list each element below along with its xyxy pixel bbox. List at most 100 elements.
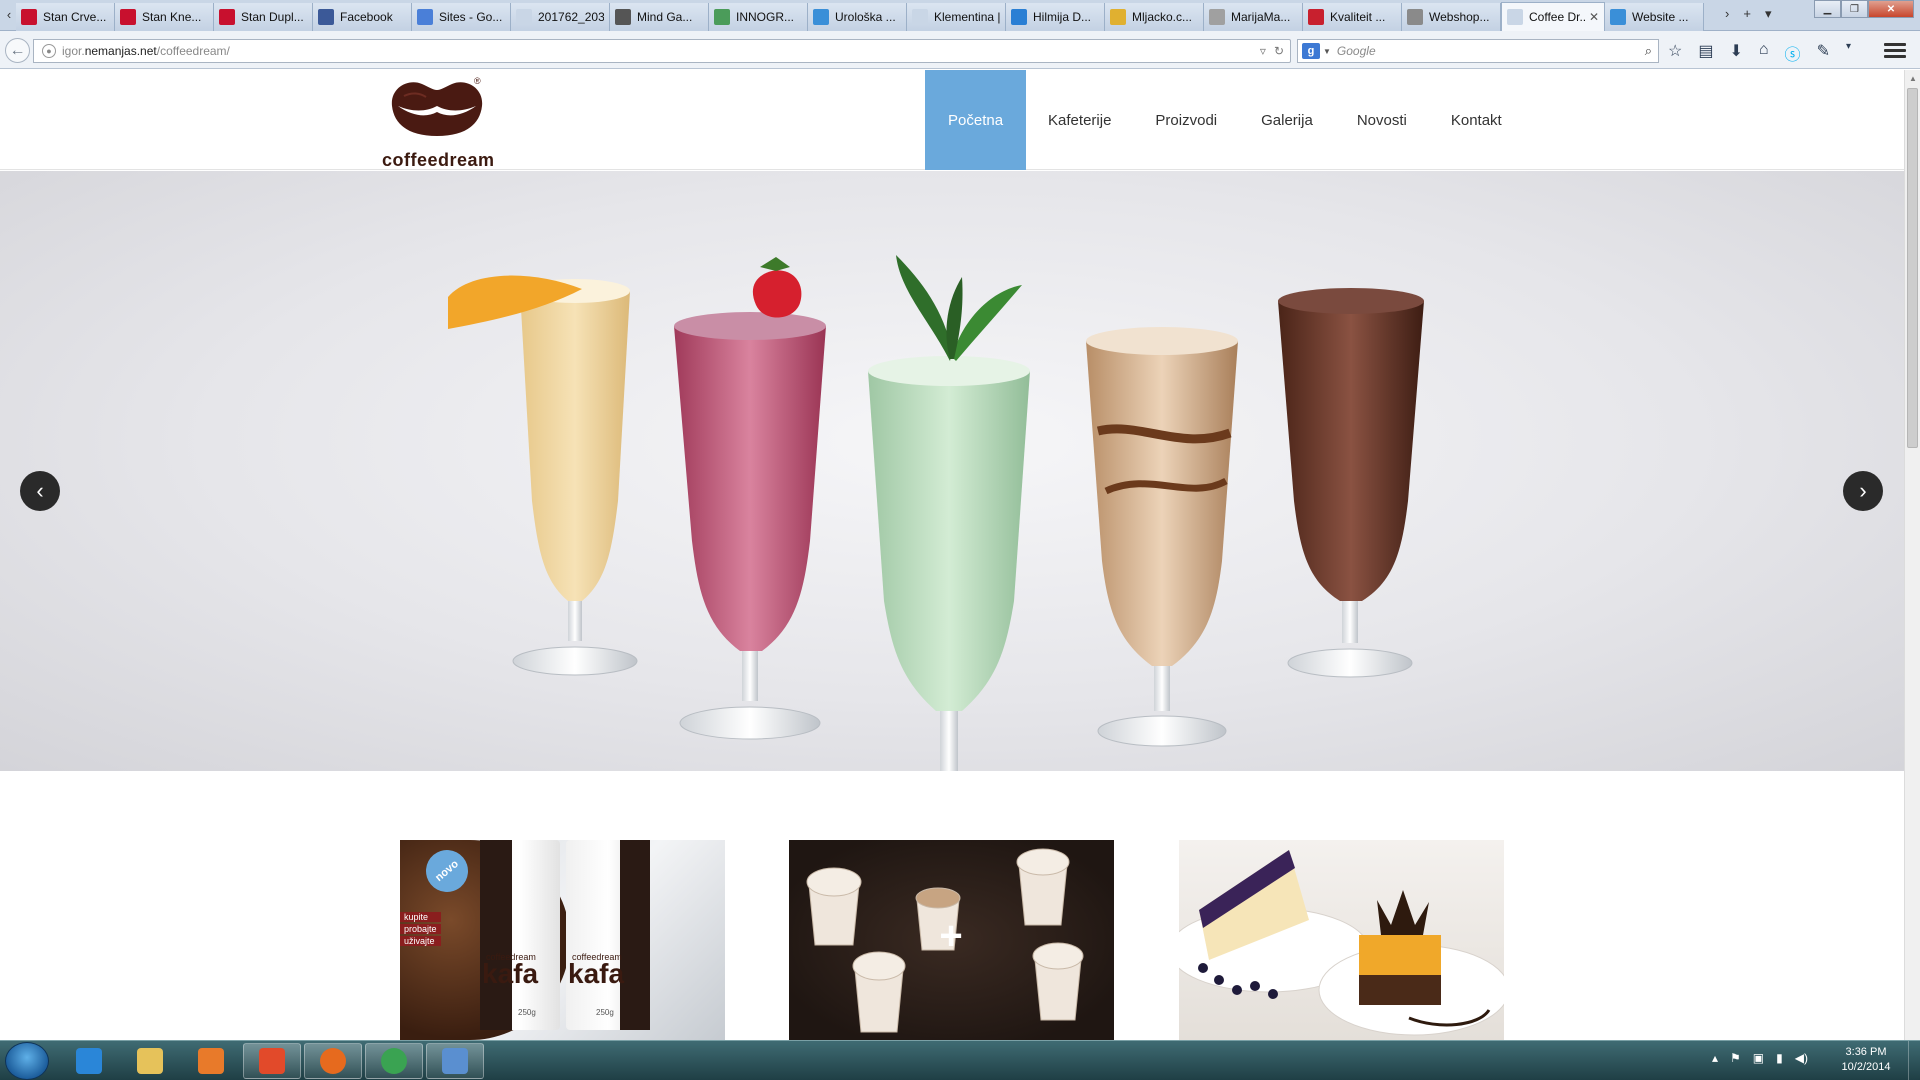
extension-icon[interactable]: ✎ [1817, 41, 1830, 65]
url-history-dropdown-icon[interactable]: ▿ [1260, 44, 1266, 58]
nav-item[interactable]: Galerija [1239, 70, 1335, 170]
bookmarks-menu-icon[interactable]: ▤ [1698, 41, 1713, 65]
maximize-icon[interactable]: ❐ [1841, 0, 1868, 18]
google-search-engine-icon[interactable]: g [1302, 43, 1320, 59]
browser-tab[interactable]: INNOGR... [709, 3, 808, 31]
tab-scroll-left-icon[interactable]: ‹ [2, 6, 16, 24]
coffee-product-thumbnail[interactable]: novo kupite probajte uživajte coffeedrea… [400, 840, 725, 1040]
skype-icon[interactable]: ⓢ [1785, 41, 1801, 65]
action-center-flag-icon[interactable]: ⚑ [1730, 1051, 1741, 1065]
browser-tab[interactable]: Coffee Dr... ✕ [1501, 2, 1605, 31]
browser-tab[interactable]: Kvaliteit ... [1303, 3, 1402, 31]
reload-icon[interactable]: ↻ [1274, 44, 1284, 58]
site-identity-icon[interactable]: ● [42, 44, 56, 58]
clock-date: 10/2/2014 [1841, 1061, 1891, 1073]
browser-tab[interactable]: 201762_20344... [511, 3, 610, 31]
tab-title: Sites - Go... [439, 10, 503, 24]
google-sites-icon [417, 9, 433, 25]
hamburger-menu-icon[interactable] [1884, 40, 1906, 60]
network-icon[interactable]: ▮ [1776, 1051, 1783, 1065]
browser-tab[interactable]: Hilmija D... [1006, 3, 1105, 31]
taskbar-app[interactable] [60, 1043, 118, 1079]
browser-tab[interactable]: MarijaMa... [1204, 3, 1303, 31]
taskbar-app[interactable] [304, 1043, 362, 1079]
git-icon [259, 1048, 285, 1074]
tab-title: Mljacko.c... [1132, 10, 1193, 24]
scroll-up-icon[interactable]: ▲ [1908, 74, 1918, 84]
taskbar-app[interactable] [426, 1043, 484, 1079]
chrome-icon [381, 1048, 407, 1074]
volume-icon[interactable]: ◀) [1795, 1051, 1808, 1065]
close-window-icon[interactable]: ✕ [1868, 0, 1914, 18]
nav-item[interactable]: Kafeterije [1026, 70, 1133, 170]
link-icon [615, 9, 631, 25]
url-path: /coffeedream/ [156, 44, 230, 58]
nav-item[interactable]: Početna [925, 70, 1027, 170]
tab-title: Hilmija D... [1033, 10, 1092, 24]
browser-tab[interactable]: Klementina | ... [907, 3, 1006, 31]
taskbar-app[interactable] [182, 1043, 240, 1079]
browser-tab[interactable]: Urološka ... [808, 3, 907, 31]
nav-item[interactable]: Kontakt [1429, 70, 1524, 170]
home-icon[interactable]: ⌂ [1759, 41, 1769, 65]
back-button[interactable]: ← [5, 38, 30, 63]
minimize-icon[interactable]: ▁ [1814, 0, 1841, 18]
browser-tab[interactable]: Webshop... [1402, 3, 1501, 31]
nav-item[interactable]: Proizvodi [1133, 70, 1239, 170]
tab-title: INNOGR... [736, 10, 795, 24]
search-icon[interactable]: ⌕ [1645, 43, 1652, 59]
url-text[interactable]: igor.nemanjas.net/coffeedream/ [62, 44, 1260, 58]
cheesecake-dessert-image [1179, 850, 1504, 1036]
taskbar-app[interactable] [121, 1043, 179, 1079]
browser-nav-bar: ← ● igor.nemanjas.net/coffeedream/ ▿ ↻ g… [0, 31, 1920, 69]
nav-item[interactable]: Novosti [1335, 70, 1429, 170]
gallery-plus-icon[interactable]: + [931, 916, 971, 956]
registered-mark: ® [474, 76, 481, 86]
tray-expand-icon[interactable]: ▴ [1712, 1051, 1718, 1065]
browser-tab[interactable]: Mljacko.c... [1105, 3, 1204, 31]
start-button[interactable] [5, 1042, 49, 1080]
extension-dropdown-icon[interactable]: ▾ [1846, 41, 1851, 65]
logo-wordmark: coffeedream [382, 150, 495, 170]
tab-close-icon[interactable]: ✕ [1589, 10, 1599, 24]
url-domain: nemanjas.net [84, 44, 157, 58]
page-scrollbar[interactable]: ▲ [1904, 70, 1920, 1040]
show-desktop-button[interactable] [1908, 1041, 1920, 1080]
taskbar-app[interactable] [243, 1043, 301, 1079]
browser-tab[interactable]: Stan Kne... [115, 3, 214, 31]
taskbar-clock[interactable]: 3:36 PM 10/2/2014 [1836, 1045, 1896, 1075]
url-bar[interactable]: ● igor.nemanjas.net/coffeedream/ ▿ ↻ [33, 39, 1291, 63]
browser-tab[interactable]: Sites - Go... [412, 3, 511, 31]
tab-title: Website ... [1632, 10, 1689, 24]
browser-tab[interactable]: Facebook [313, 3, 412, 31]
bag-weight-label: 250g [518, 1008, 536, 1017]
cakes-thumbnail[interactable] [1179, 840, 1504, 1040]
browser-tab[interactable]: Website ... [1605, 3, 1704, 31]
browser-tab[interactable]: Stan Crve... [16, 3, 115, 31]
search-input[interactable]: Google [1337, 44, 1645, 58]
innogr-icon [714, 9, 730, 25]
site-header: ® coffeedream Početna Kafeterije Proizvodi… [0, 70, 1904, 170]
tab-scroll-right-icon[interactable]: › [1725, 6, 1729, 22]
tab-list-icon[interactable]: ▾ [1765, 6, 1772, 22]
coffee-bag-dark-panel-2 [620, 840, 650, 1030]
drinks-gallery-thumbnail[interactable]: + [789, 840, 1114, 1040]
taskbar-app[interactable] [365, 1043, 423, 1079]
search-bar[interactable]: g ▼ Google ⌕ [1297, 39, 1659, 63]
tray-app-icon[interactable]: ▣ [1753, 1051, 1764, 1065]
slider-prev-button[interactable]: ‹ [20, 471, 60, 511]
scrollbar-thumb[interactable] [1907, 88, 1918, 448]
downloads-icon[interactable]: ⬇ [1729, 41, 1742, 65]
website-icon [1610, 9, 1626, 25]
new-tab-icon[interactable]: + [1743, 6, 1751, 22]
virtualbox-icon [442, 1048, 468, 1074]
bookmark-star-icon[interactable]: ☆ [1668, 41, 1682, 65]
browser-tab[interactable]: Mind Ga... [610, 3, 709, 31]
coffee-bag-dark-panel [480, 840, 512, 1030]
search-engine-dropdown-icon[interactable]: ▼ [1323, 47, 1331, 56]
coffeedream-logo[interactable]: ® coffeedream [382, 72, 495, 170]
browser-tab[interactable]: Stan Dupl... [214, 3, 313, 31]
facebook-icon [318, 9, 334, 25]
media-player-icon [198, 1048, 224, 1074]
slider-next-button[interactable]: › [1843, 471, 1883, 511]
